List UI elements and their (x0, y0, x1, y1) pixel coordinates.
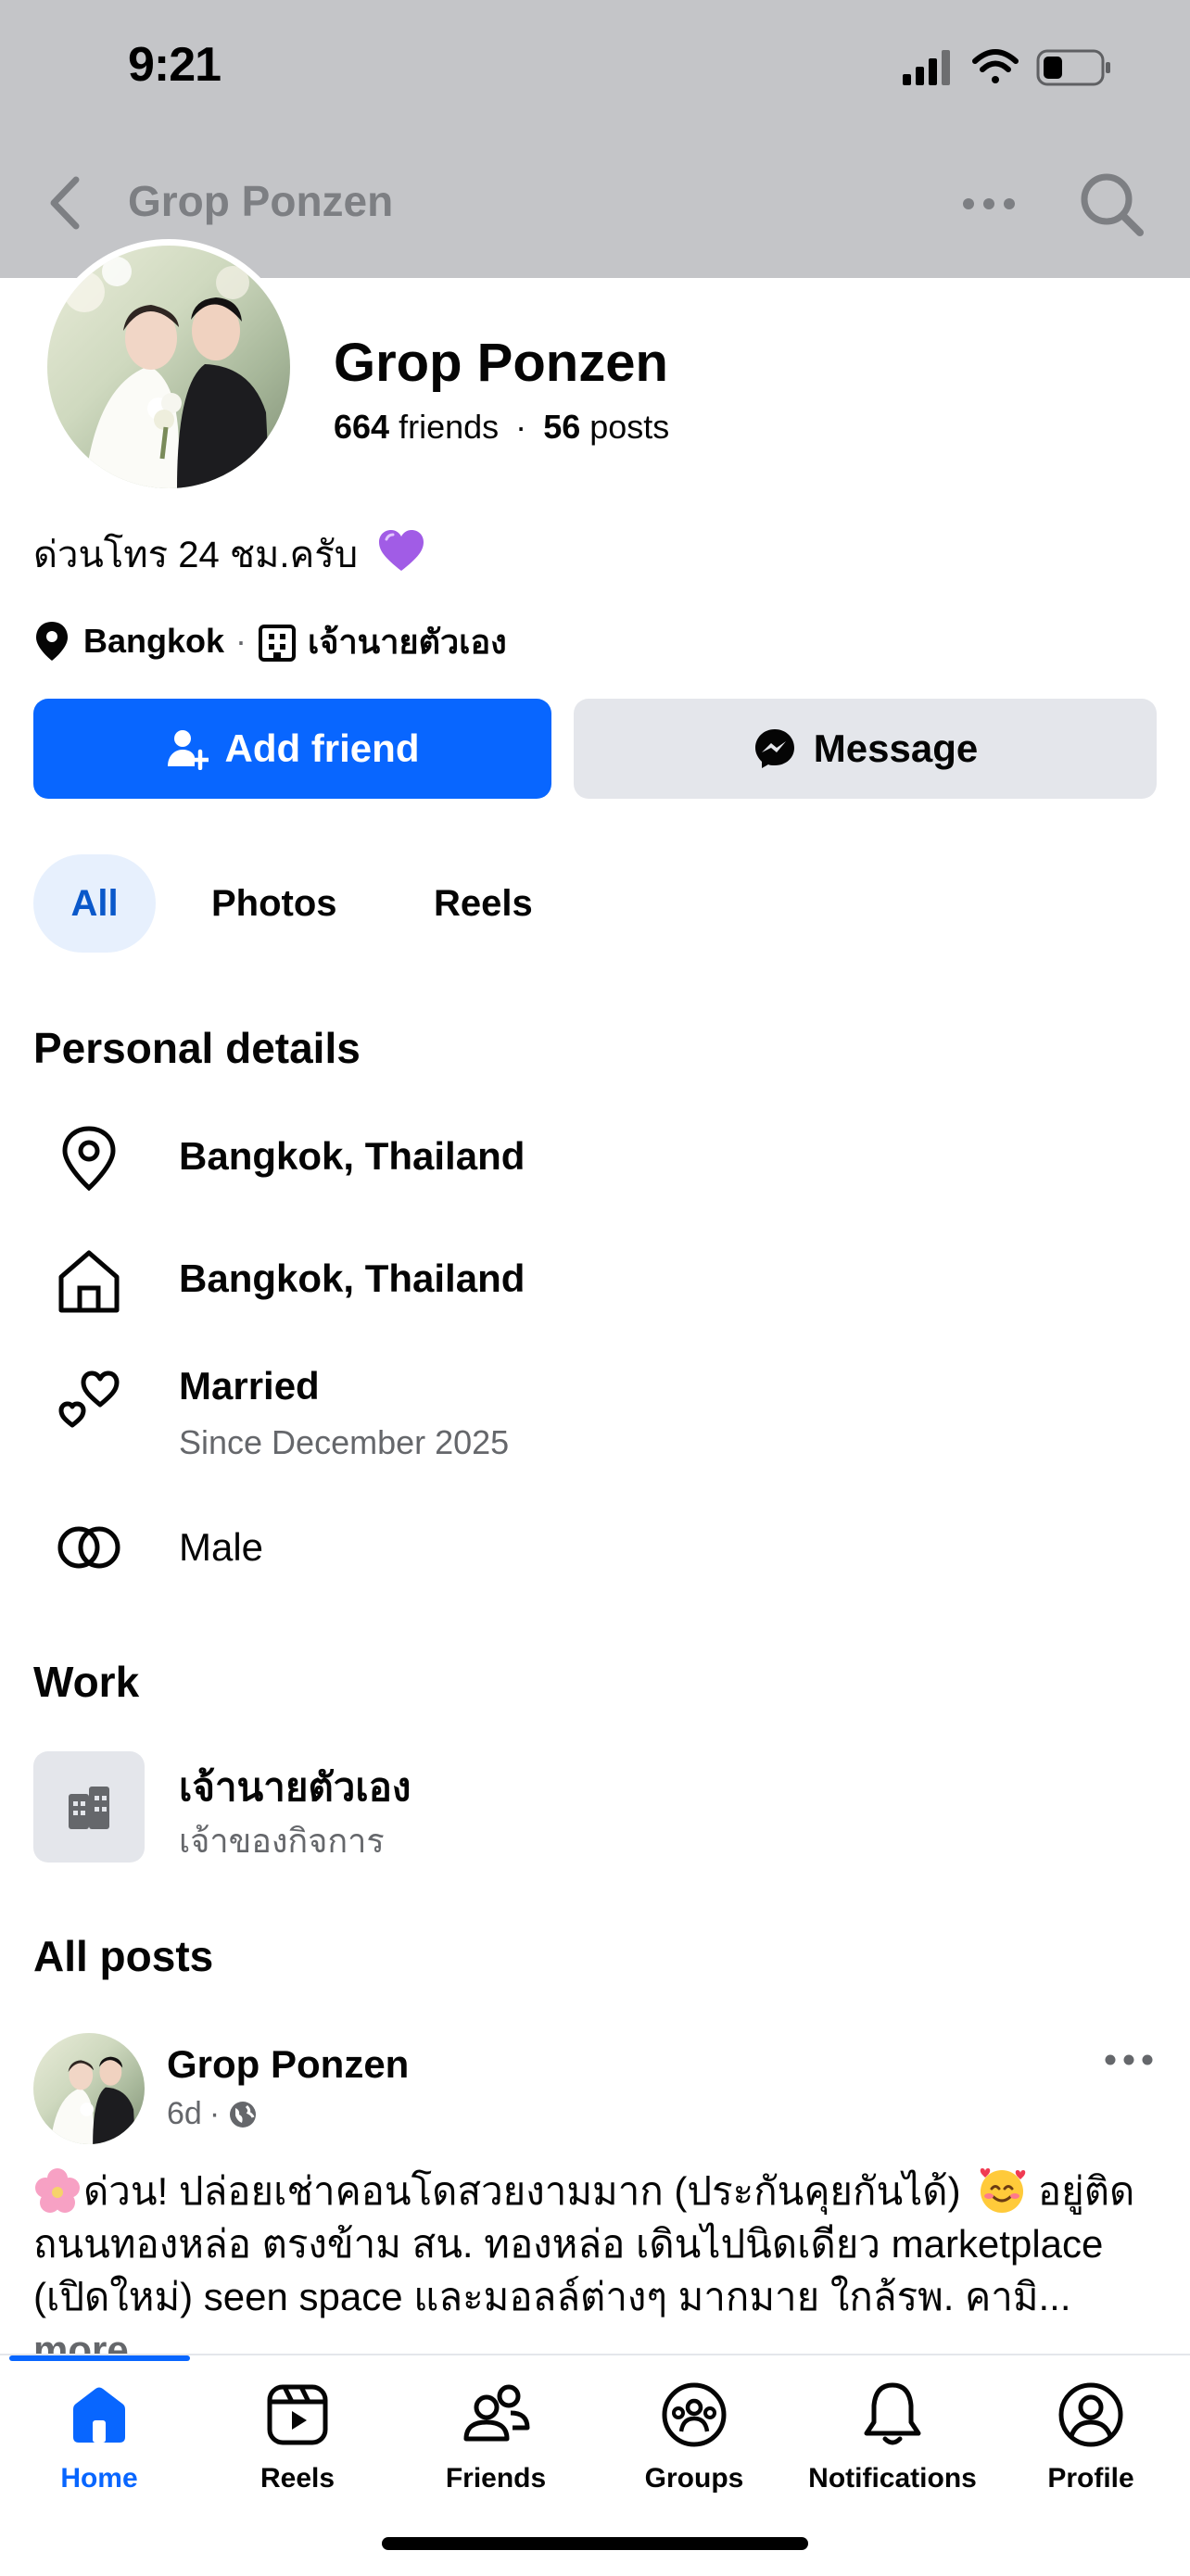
back-icon[interactable] (44, 172, 85, 234)
tab-reels-label: Reels (260, 2463, 335, 2494)
profile-icon (1054, 2378, 1128, 2452)
tab-profile[interactable]: Profile (992, 2378, 1190, 2494)
tab-notifications-label: Notifications (808, 2463, 977, 2494)
building-icon (258, 621, 297, 662)
post-meta: 6d · (167, 2096, 259, 2132)
work-building-icon (33, 1751, 145, 1863)
post-text: ด่วน! ปล่อยเช่าคอนโดสวยงามมาก (ประกันคุย… (33, 2165, 1164, 2376)
wifi-icon (972, 49, 1019, 83)
post-more-icon[interactable] (1103, 2046, 1155, 2074)
tab-home[interactable]: Home (0, 2378, 198, 2494)
blossom-icon (33, 2167, 82, 2216)
signal-icon (903, 50, 950, 85)
add-friend-icon (167, 730, 209, 770)
reels-icon (260, 2378, 335, 2452)
profile-stats: 664 friends · 56 posts (334, 408, 669, 447)
bio-text: ด่วนโทร 24 ชม.ครับ (33, 535, 359, 575)
home-indicator (382, 2537, 808, 2550)
stats-separator: · (515, 408, 527, 446)
post-text-line3: (เปิดใหม่) seen space และมอลล์ต่างๆ มากม… (33, 2275, 1071, 2318)
post-time[interactable]: 6d (167, 2096, 202, 2132)
tab-groups-label: Groups (644, 2463, 744, 2494)
status-icons (899, 44, 1121, 91)
profile-bio: ด่วนโทร 24 ชม.ครับ (33, 524, 425, 584)
gender-rings-icon (54, 1512, 124, 1583)
tab-friends-label: Friends (445, 2463, 547, 2494)
friends-label[interactable]: friends (399, 408, 499, 446)
gender: Male (179, 1525, 264, 1569)
current-city[interactable]: Bangkok, Thailand (179, 1134, 525, 1179)
add-friend-label: Add friend (224, 726, 420, 770)
filter-all[interactable]: All (33, 854, 156, 953)
globe-icon (227, 2099, 259, 2130)
purple-heart-icon (377, 528, 425, 576)
work-position: เจ้าของกิจการ (179, 1822, 385, 1860)
messenger-icon (754, 729, 794, 768)
message-button[interactable]: Message (574, 699, 1157, 799)
filter-reels[interactable]: Reels (434, 854, 533, 953)
location-pin-outline-icon (54, 1123, 124, 1193)
relationship-status: Married (179, 1364, 320, 1408)
hearts-icon (54, 1364, 124, 1434)
tab-friends[interactable]: Friends (397, 2378, 595, 2494)
relationship-since: Since December 2025 (179, 1423, 510, 1461)
status-time: 9:21 (128, 38, 222, 92)
profile-photo (47, 246, 290, 488)
friends-icon (459, 2378, 533, 2452)
post-meta-separator: · (209, 2096, 221, 2131)
smiling-hearts-icon (977, 2166, 1027, 2216)
nav-title: Grop Ponzen (128, 177, 394, 225)
message-label: Message (813, 726, 979, 770)
tab-notifications[interactable]: Notifications (793, 2378, 992, 2494)
add-friend-button[interactable]: Add friend (33, 699, 551, 799)
post-text-line1: ด่วน! ปล่อยเช่าคอนโดสวยงามมาก (ประกันคุย… (83, 2169, 961, 2213)
intro-location[interactable]: Bangkok (83, 622, 224, 661)
friends-count[interactable]: 664 (334, 408, 389, 446)
post-author-name[interactable]: Grop Ponzen (167, 2042, 409, 2087)
profile-name: Grop Ponzen (334, 333, 668, 393)
tab-profile-label: Profile (1047, 2463, 1134, 2494)
home-icon (62, 2378, 136, 2452)
profile-intro-row: Bangkok · เจ้านายตัวเอง (33, 615, 507, 667)
hometown[interactable]: Bangkok, Thailand (179, 1256, 525, 1301)
groups-icon (657, 2378, 731, 2452)
location-pin-icon (33, 620, 70, 663)
more-options-icon[interactable] (959, 185, 1019, 222)
post-text-line2: ถนนทองหล่อ ตรงข้าม สน. ทองหล่อ เดินไปนิด… (33, 2222, 1104, 2266)
home-outline-icon (54, 1245, 124, 1316)
battery-icon (1036, 49, 1110, 86)
bell-icon (855, 2378, 930, 2452)
tab-home-label: Home (60, 2463, 138, 2494)
search-icon[interactable] (1077, 170, 1146, 238)
active-tab-indicator (9, 2355, 190, 2361)
profile-avatar[interactable] (41, 239, 297, 495)
all-posts-title: All posts (33, 1932, 214, 1980)
work-title: Work (33, 1658, 140, 1706)
posts-label: posts (589, 408, 670, 446)
post-text-line1-tail: อยู่ติด (1027, 2169, 1135, 2213)
post-author-avatar[interactable] (33, 2033, 145, 2144)
work-employer[interactable]: เจ้านายตัวเอง (179, 1757, 411, 1818)
filter-photos[interactable]: Photos (211, 854, 337, 953)
intro-workplace[interactable]: เจ้านายตัวเอง (308, 615, 507, 668)
tab-groups[interactable]: Groups (595, 2378, 793, 2494)
intro-separator: · (235, 622, 247, 660)
tab-reels[interactable]: Reels (198, 2378, 397, 2494)
posts-count: 56 (543, 408, 581, 446)
personal-details-title: Personal details (33, 1024, 361, 1072)
